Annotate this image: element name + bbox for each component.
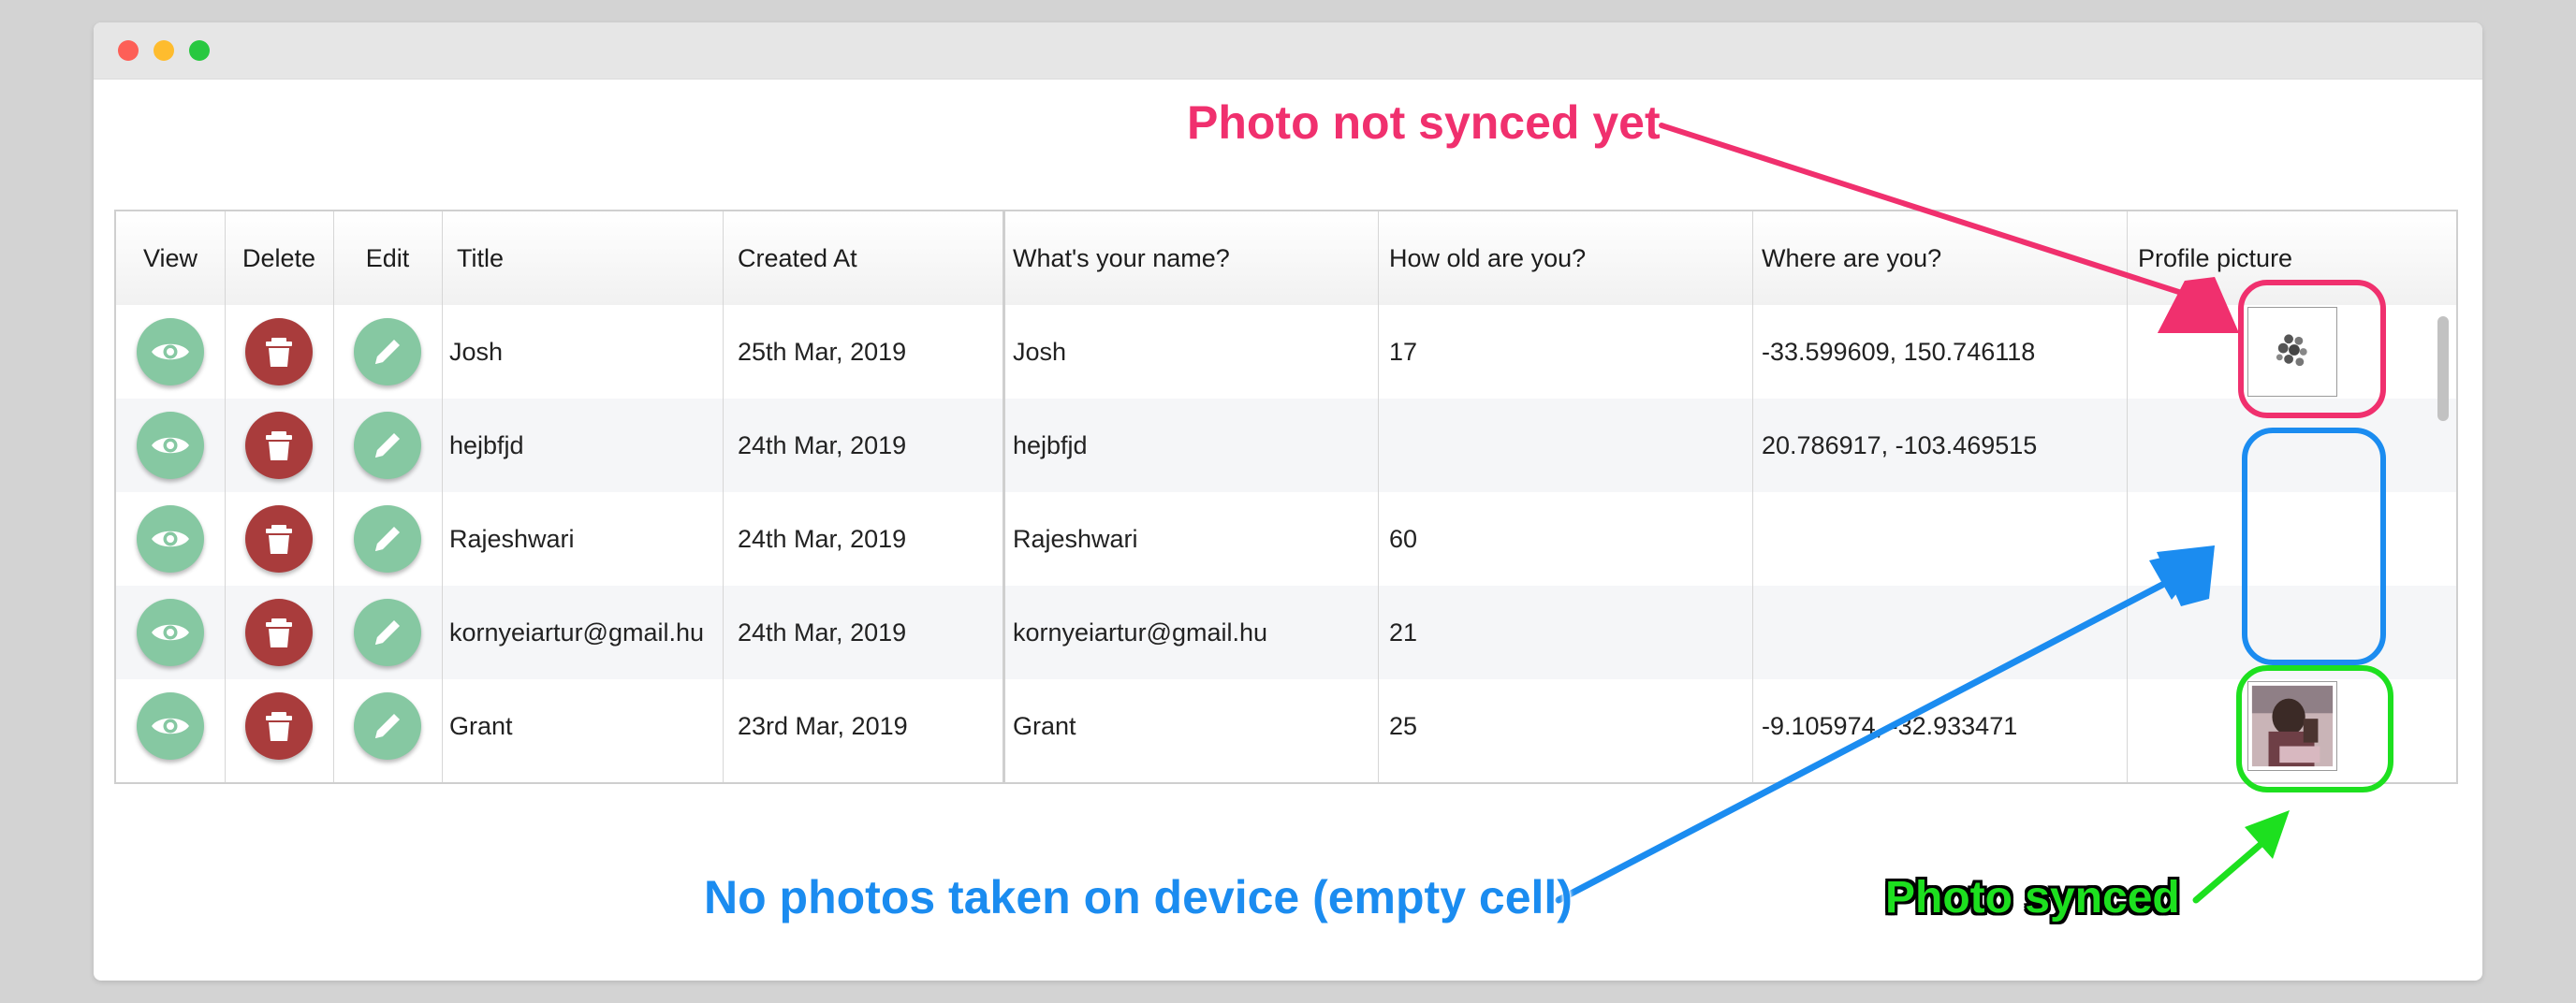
not-synced-arrow-line <box>1659 123 2193 298</box>
synced-highlight <box>2236 665 2393 792</box>
synced-arrow-line <box>2192 838 2267 904</box>
annotation-overlay <box>1555 123 2393 904</box>
annotation-photo-synced: Photo synced <box>1885 873 2180 923</box>
not-synced-highlight <box>2238 280 2386 418</box>
annotation-no-photos: No photos taken on device (empty cell) <box>704 871 1573 923</box>
empty-cell-arrow-line <box>1555 581 2166 904</box>
empty-cell-highlight <box>2242 428 2386 665</box>
not-synced-arrow-head-fill <box>2158 277 2239 333</box>
annotation-photo-not-synced: Photo not synced yet <box>1187 96 1661 149</box>
